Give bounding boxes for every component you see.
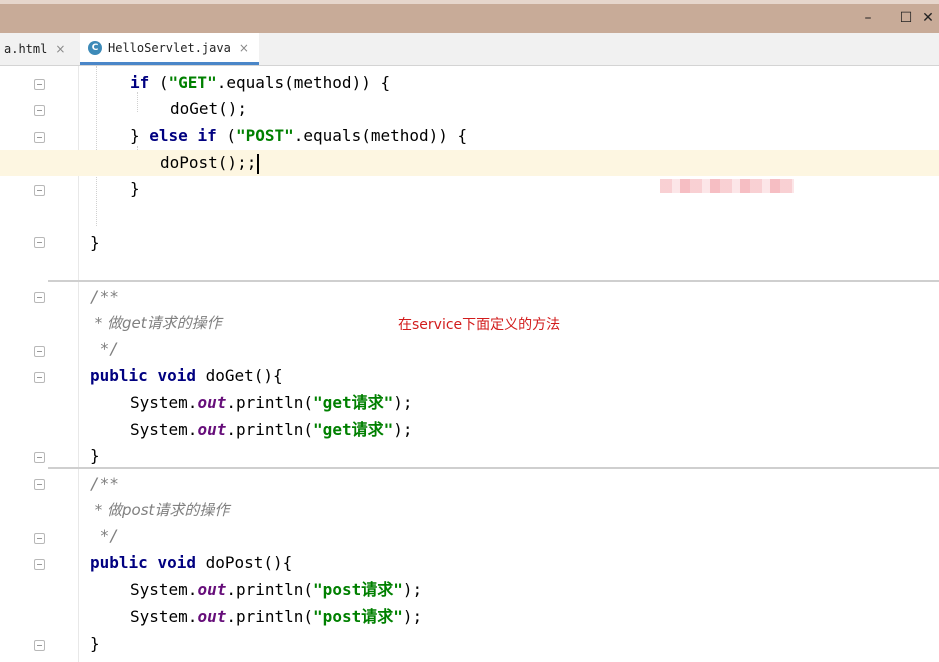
- current-code-line: doPost();;: [0, 150, 939, 176]
- keyword-token: public: [90, 553, 148, 572]
- tab-label: a.html: [4, 42, 48, 56]
- annotation-text: 在service下面定义的方法: [398, 317, 561, 333]
- code-token: doGet(){: [195, 366, 283, 385]
- code-token: }: [90, 233, 100, 252]
- code-line: public void doGet(){: [0, 363, 939, 389]
- code-token: doPost();;: [160, 153, 257, 172]
- code-token: .println(: [226, 607, 314, 626]
- keyword-token: void: [157, 553, 196, 572]
- code-token: );: [402, 580, 423, 599]
- tab-close-icon[interactable]: ×: [239, 41, 249, 55]
- method-separator: [48, 280, 939, 282]
- maximize-icon[interactable]: ☐: [898, 10, 914, 26]
- code-token: System.: [130, 580, 198, 599]
- string-token: "POST": [235, 126, 294, 145]
- field-token: out: [197, 420, 227, 439]
- code-line: } else if ("POST".equals(method)) {: [0, 123, 939, 149]
- code-token: }: [130, 126, 150, 145]
- code-token: System.: [130, 393, 198, 412]
- code-token: doPost(){: [195, 553, 293, 572]
- keyword-token: public: [90, 366, 148, 385]
- code-line: System.out.println("get请求");: [0, 390, 939, 416]
- code-token: .equals(method)) {: [216, 73, 391, 92]
- code-token: (: [216, 126, 236, 145]
- code-token: .println(: [226, 420, 314, 439]
- keyword-token: if: [197, 126, 217, 145]
- method-separator: [48, 467, 939, 469]
- code-token: .println(: [226, 580, 314, 599]
- string-token: "post请求": [313, 607, 403, 626]
- string-token: "get请求": [313, 393, 394, 412]
- keyword-token: void: [157, 366, 196, 385]
- keyword-token: else: [149, 126, 188, 145]
- code-line: doGet();: [0, 96, 939, 122]
- code-editor[interactable]: if ("GET".equals(method)) { doGet(); } e…: [0, 66, 939, 662]
- string-token: "post请求": [313, 580, 403, 599]
- comment-line: * 做post请求的操作: [90, 501, 230, 519]
- code-line: if ("GET".equals(method)) {: [0, 70, 939, 96]
- field-token: out: [197, 393, 227, 412]
- java-class-icon: C: [88, 40, 102, 55]
- field-token: out: [197, 580, 227, 599]
- code-line: }: [90, 446, 100, 465]
- keyword-token: if: [130, 73, 150, 92]
- tab-a-html[interactable]: a.html ×: [4, 33, 65, 65]
- code-line: }: [90, 634, 100, 653]
- code-token: );: [393, 420, 413, 439]
- code-token: );: [393, 393, 413, 412]
- tab-label: HelloServlet.java: [108, 40, 231, 55]
- comment-line: */: [90, 526, 119, 545]
- minimize-icon[interactable]: –: [860, 10, 876, 26]
- close-icon[interactable]: ✕: [920, 10, 936, 26]
- comment-line: /**: [90, 474, 119, 493]
- code-token: );: [402, 607, 423, 626]
- tab-helloservlet-java[interactable]: C HelloServlet.java ×: [80, 33, 259, 65]
- code-token: (: [149, 73, 169, 92]
- code-token: System.: [130, 607, 198, 626]
- code-token: doGet();: [170, 99, 248, 118]
- code-token: System.: [130, 420, 198, 439]
- string-token: "GET": [168, 73, 217, 92]
- code-line: System.out.println("post请求");: [0, 604, 939, 630]
- field-token: out: [197, 607, 227, 626]
- code-line: }: [0, 176, 939, 202]
- comment-line: /**: [90, 287, 119, 306]
- titlebar-strip: [0, 0, 939, 4]
- window-titlebar: – ☐ ✕: [0, 0, 939, 33]
- text-caret: [257, 153, 260, 174]
- tab-close-icon[interactable]: ×: [55, 42, 65, 56]
- blurred-overlay: [660, 179, 794, 193]
- comment-line: */: [90, 339, 119, 358]
- editor-tab-bar: a.html × C HelloServlet.java ×: [0, 33, 939, 66]
- code-token: }: [130, 179, 140, 198]
- code-line: System.out.println("get请求");: [0, 417, 939, 443]
- code-line: System.out.println("post请求");: [0, 577, 939, 603]
- code-token: .println(: [226, 393, 314, 412]
- code-line: }: [0, 230, 939, 256]
- code-line: public void doPost(){: [0, 550, 939, 576]
- string-token: "get请求": [313, 420, 394, 439]
- code-token: .equals(method)) {: [293, 126, 468, 145]
